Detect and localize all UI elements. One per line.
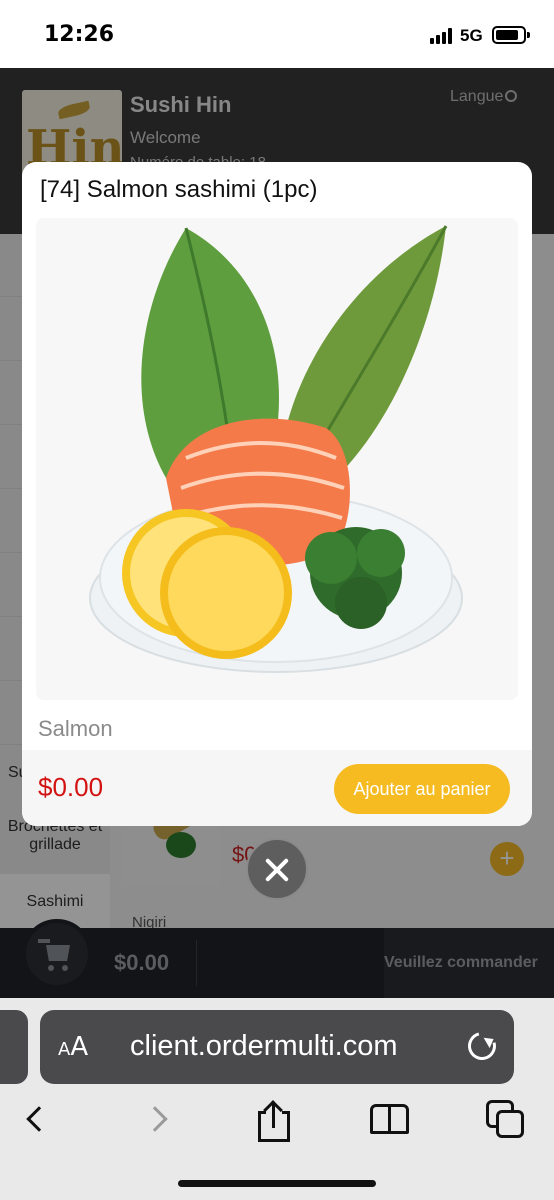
text-size-button[interactable]: AA [58, 1032, 88, 1062]
share-icon[interactable] [258, 1100, 290, 1142]
address-bar[interactable]: AA client.ordermulti.com [40, 1010, 514, 1084]
browser-toolbar: AA client.ordermulti.com [0, 998, 554, 1200]
back-icon[interactable] [26, 1106, 52, 1132]
status-bar: 12:26 5G [0, 0, 554, 68]
product-image [36, 218, 518, 700]
close-modal-button[interactable] [246, 838, 308, 900]
product-title: [74] Salmon sashimi (1pc) [40, 176, 318, 203]
url-text[interactable]: client.ordermulti.com [130, 1030, 398, 1063]
previous-tab-preview[interactable] [0, 1010, 28, 1084]
add-to-cart-button[interactable]: Ajouter au panier [334, 764, 510, 814]
status-time: 12:26 [44, 22, 115, 47]
network-label: 5G [460, 26, 483, 45]
product-price: $0.00 [38, 772, 104, 802]
forward-icon[interactable] [142, 1106, 168, 1132]
reload-icon[interactable] [462, 1026, 502, 1066]
battery-icon [492, 26, 530, 44]
home-indicator [178, 1180, 376, 1187]
bookmarks-icon[interactable] [370, 1104, 412, 1136]
modal-footer: $0.00 Ajouter au panier [22, 750, 532, 826]
product-description: Salmon [38, 716, 113, 741]
tabs-icon[interactable] [486, 1100, 526, 1140]
salmon-sashimi-image [89, 225, 463, 673]
product-modal: [74] Salmon sashimi (1pc) Salmon $0.00 A… [22, 162, 532, 826]
signal-icon [430, 28, 454, 44]
